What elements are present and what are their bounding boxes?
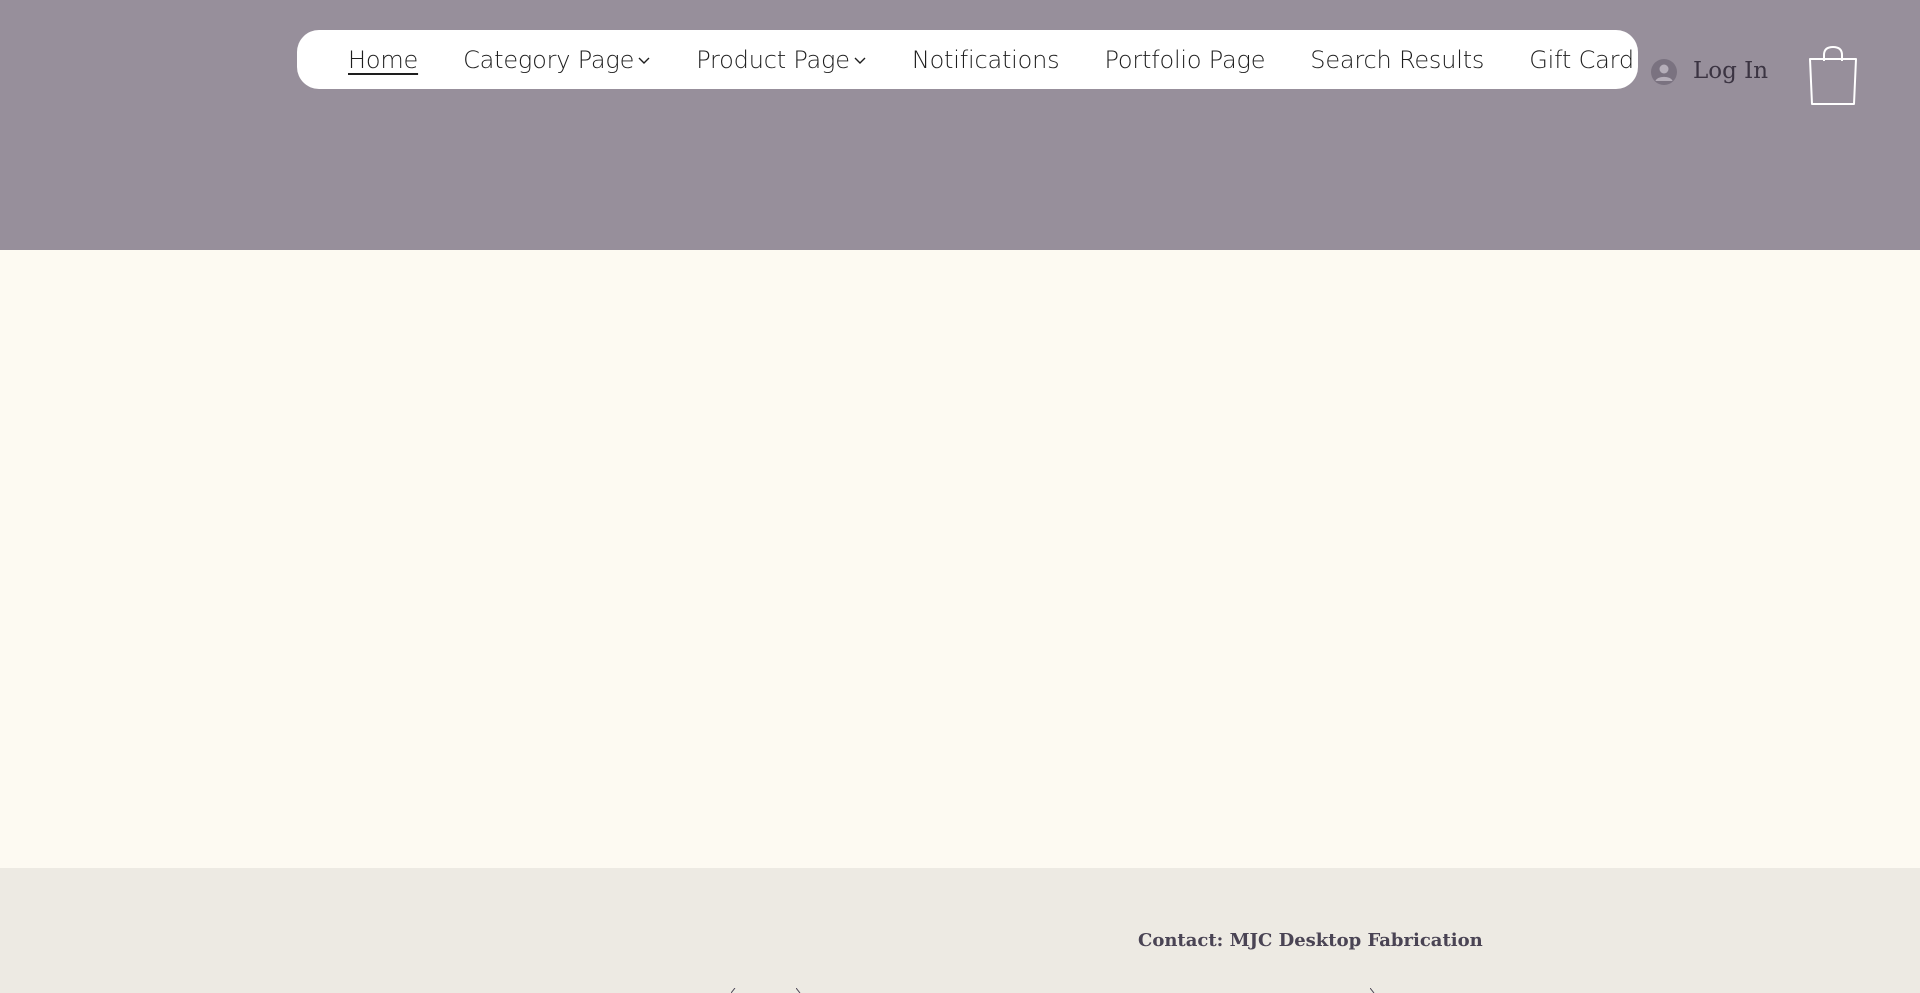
footer-contact-text: Contact: MJC Desktop Fabrication	[1138, 930, 1483, 951]
site-header: Home Category Page Product Page Notifica…	[0, 0, 1920, 250]
login-button[interactable]: Log In	[1651, 58, 1769, 85]
user-avatar-icon	[1651, 59, 1677, 85]
shopping-bag-icon	[1809, 45, 1857, 105]
nav-item-search-results[interactable]: Search Results	[1310, 46, 1484, 74]
main-content	[0, 250, 1920, 868]
nav-item-category-page[interactable]: Category Page	[463, 46, 651, 74]
nav-item-gift-card[interactable]: Gift Card	[1529, 46, 1634, 74]
footer-decoration	[731, 988, 736, 993]
nav-item-notifications[interactable]: Notifications	[912, 46, 1060, 74]
footer-decoration	[796, 988, 801, 993]
nav-item-label: Portfolio Page	[1104, 45, 1266, 74]
nav-item-label: Notifications	[911, 45, 1060, 74]
nav-item-portfolio-page[interactable]: Portfolio Page	[1104, 46, 1265, 74]
chevron-down-icon	[854, 57, 866, 64]
site-footer: Contact: MJC Desktop Fabrication	[0, 868, 1920, 993]
cart-button[interactable]	[1806, 44, 1860, 108]
nav-item-label: Search Results	[1310, 45, 1485, 74]
login-label: Log In	[1693, 58, 1769, 84]
nav-item-product-page[interactable]: Product Page	[696, 46, 867, 74]
main-navigation: Home Category Page Product Page Notifica…	[297, 30, 1638, 89]
nav-item-label: Category Page	[463, 45, 635, 74]
nav-item-label: Home	[348, 45, 419, 74]
nav-item-label: Product Page	[696, 45, 850, 74]
chevron-down-icon	[638, 57, 650, 64]
footer-decoration	[1370, 988, 1375, 993]
nav-item-home[interactable]: Home	[348, 46, 418, 74]
nav-item-label: Gift Card	[1529, 45, 1634, 74]
